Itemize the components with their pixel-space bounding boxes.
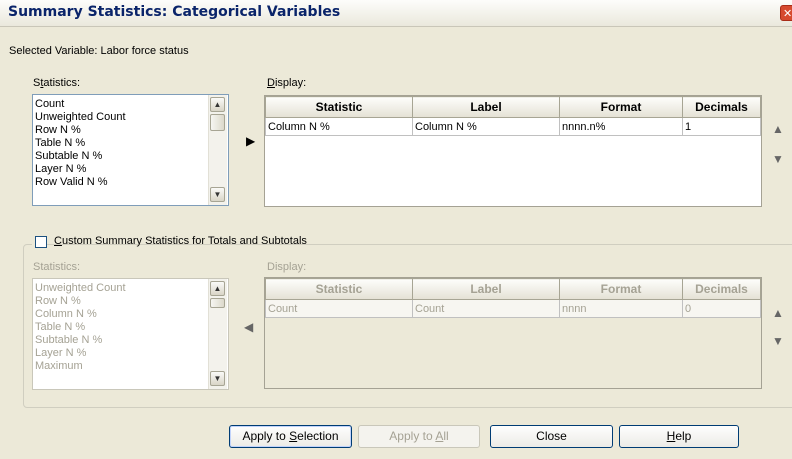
column-header: Label: [412, 278, 560, 300]
column-header: Format: [559, 96, 683, 118]
custom-statistics-list: Unweighted Count Row N % Column N % Tabl…: [32, 278, 229, 390]
list-item: Maximum: [35, 360, 83, 372]
custom-display-table: Statistic Label Format Decimals Count Co…: [265, 278, 761, 318]
label-cell: Count: [412, 299, 560, 318]
down-triangle-icon: ▼: [772, 334, 784, 348]
custom-checkbox[interactable]: [35, 236, 47, 248]
down-triangle-icon[interactable]: ▼: [772, 152, 784, 166]
display-label: Display:: [267, 77, 307, 89]
apply-to-selection-button[interactable]: Apply to Selection: [229, 425, 352, 448]
statistics-label: Statistics:: [33, 77, 81, 89]
list-item: Column N %: [35, 308, 97, 320]
table-row: Count Count nnnn 0: [265, 299, 761, 318]
table-row[interactable]: Column N % Column N % nnnn.n% 1: [265, 117, 761, 136]
up-triangle-icon: ▲: [772, 306, 784, 320]
list-item: Table N %: [35, 321, 86, 333]
scroll-thumb[interactable]: [210, 114, 225, 131]
left-triangle-icon: ◀: [244, 320, 254, 334]
format-cell[interactable]: nnnn.n%: [559, 117, 683, 136]
column-header: Format: [559, 278, 683, 300]
statistics-list[interactable]: Count Unweighted Count Row N % Table N %…: [32, 94, 229, 206]
title-bar: Summary Statistics: Categorical Variable…: [0, 0, 792, 27]
column-header: Statistic: [265, 96, 413, 118]
statistic-cell[interactable]: Column N %: [265, 117, 413, 136]
decimals-cell: 0: [682, 299, 761, 318]
list-item[interactable]: Table N %: [33, 137, 208, 150]
window-title: Summary Statistics: Categorical Variable…: [8, 4, 341, 20]
scroll-thumb: [210, 298, 225, 308]
custom-statistics-scrollbar: ▲ ▼: [208, 279, 227, 389]
column-header: Label: [412, 96, 560, 118]
column-header: Decimals: [682, 278, 761, 300]
custom-checkbox-row[interactable]: Custom Summary Statistics for Totals and…: [32, 234, 307, 250]
column-header: Statistic: [265, 278, 413, 300]
list-item[interactable]: Subtable N %: [33, 150, 208, 163]
statistics-scrollbar[interactable]: ▲ ▼: [208, 95, 227, 205]
display-table: Statistic Label Format Decimals Column N…: [265, 96, 761, 136]
custom-checkbox-label[interactable]: Custom Summary Statistics for Totals and…: [54, 235, 307, 247]
display-grid[interactable]: Statistic Label Format Decimals Column N…: [264, 95, 762, 207]
help-button[interactable]: Help: [619, 425, 739, 448]
custom-statistics-label: Statistics:: [33, 261, 81, 273]
close-window-button[interactable]: ✕: [780, 5, 792, 21]
list-item: Row N %: [35, 295, 81, 307]
scroll-down-icon[interactable]: ▼: [210, 187, 225, 202]
right-triangle-icon[interactable]: ▶: [246, 134, 255, 148]
close-icon: ✕: [783, 8, 792, 20]
column-header: Decimals: [682, 96, 761, 118]
list-item: Subtable N %: [35, 334, 103, 346]
list-item: Unweighted Count: [35, 282, 126, 294]
label-cell[interactable]: Column N %: [412, 117, 560, 136]
statistic-cell: Count: [265, 299, 413, 318]
list-item[interactable]: Row N %: [33, 124, 208, 137]
list-item[interactable]: Count: [33, 98, 208, 111]
list-item[interactable]: Layer N %: [33, 163, 208, 176]
custom-display-label: Display:: [267, 261, 307, 273]
apply-to-all-button: Apply to All: [358, 425, 480, 448]
list-item: Layer N %: [35, 347, 87, 359]
custom-display-grid: Statistic Label Format Decimals Count Co…: [264, 277, 762, 389]
close-button[interactable]: Close: [490, 425, 613, 448]
scroll-up-icon: ▲: [210, 281, 225, 296]
scroll-up-icon[interactable]: ▲: [210, 97, 225, 112]
up-triangle-icon[interactable]: ▲: [772, 122, 784, 136]
decimals-cell[interactable]: 1: [682, 117, 761, 136]
scroll-down-icon: ▼: [210, 371, 225, 386]
selected-variable-label: Selected Variable: Labor force status: [9, 45, 189, 57]
format-cell: nnnn: [559, 299, 683, 318]
list-item[interactable]: Row Valid N %: [33, 176, 208, 189]
list-item[interactable]: Unweighted Count: [33, 111, 208, 124]
